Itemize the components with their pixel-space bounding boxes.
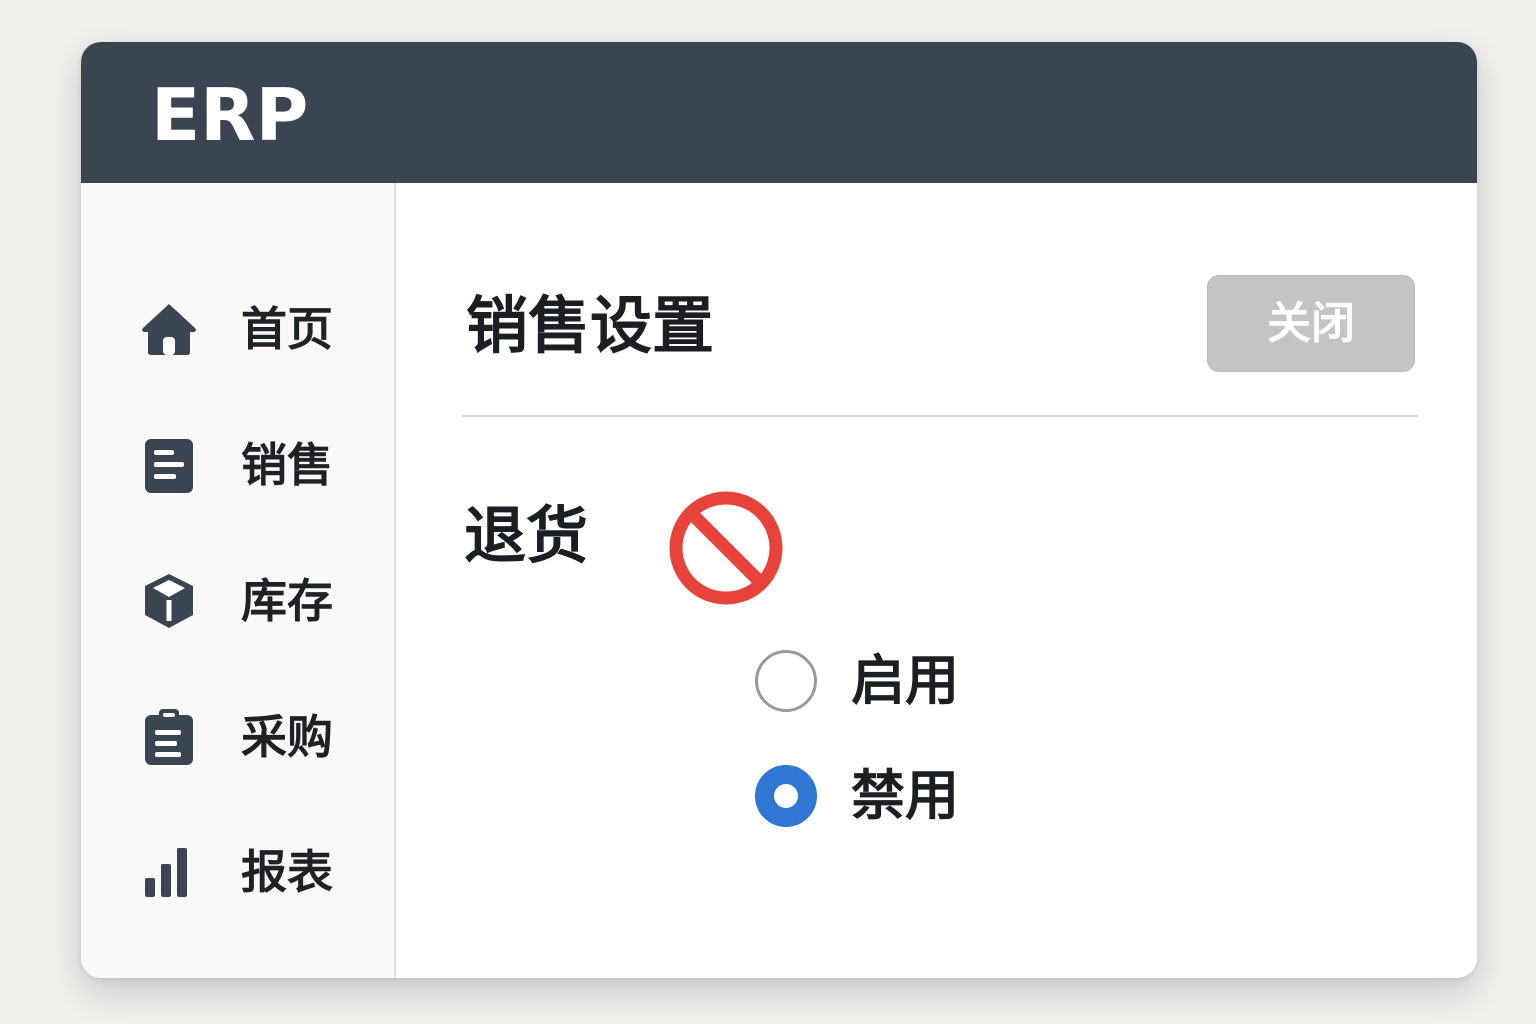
close-button[interactable]: 关闭 <box>1207 275 1415 372</box>
box-icon <box>139 571 199 631</box>
sidebar-item-label: 报表 <box>241 845 333 899</box>
radio-option-enable[interactable]: 启用 <box>751 641 1011 721</box>
main-content: 销售设置 关闭 退货 启用 禁用 <box>396 183 1477 978</box>
clipboard-icon <box>139 707 199 767</box>
sidebar-item-sales[interactable]: 销售 <box>81 413 394 513</box>
sidebar-item-label: 首页 <box>241 302 333 356</box>
app-header: ERP <box>81 42 1477 183</box>
sidebar-item-inventory[interactable]: 库存 <box>81 549 394 649</box>
prohibited-icon <box>666 488 786 608</box>
page-title: 销售设置 <box>466 289 715 362</box>
returns-setting-label: 退货 <box>464 499 589 572</box>
sidebar-item-label: 采购 <box>241 710 333 764</box>
sidebar-item-reports[interactable]: 报表 <box>81 820 394 920</box>
radio-label-disable: 禁用 <box>851 764 959 827</box>
divider <box>462 415 1418 417</box>
sidebar-item-label: 库存 <box>241 574 333 628</box>
radio-option-disable[interactable]: 禁用 <box>751 756 1011 836</box>
home-icon <box>139 299 199 359</box>
document-icon <box>139 435 199 495</box>
radio-button-disable[interactable] <box>755 765 817 827</box>
radio-button-enable[interactable] <box>755 650 817 712</box>
erp-window: ERP 首页 销售 库存 采购 报表 销售设置 关闭 退货 启用 禁用 <box>81 42 1477 978</box>
sidebar-item-purchase[interactable]: 采购 <box>81 685 394 785</box>
radio-label-enable: 启用 <box>851 649 959 712</box>
bar-chart-icon <box>139 842 199 902</box>
sidebar-item-home[interactable]: 首页 <box>81 277 394 377</box>
app-title: ERP <box>151 73 309 157</box>
sidebar-item-label: 销售 <box>241 438 333 492</box>
sidebar: 首页 销售 库存 采购 报表 <box>81 183 396 978</box>
